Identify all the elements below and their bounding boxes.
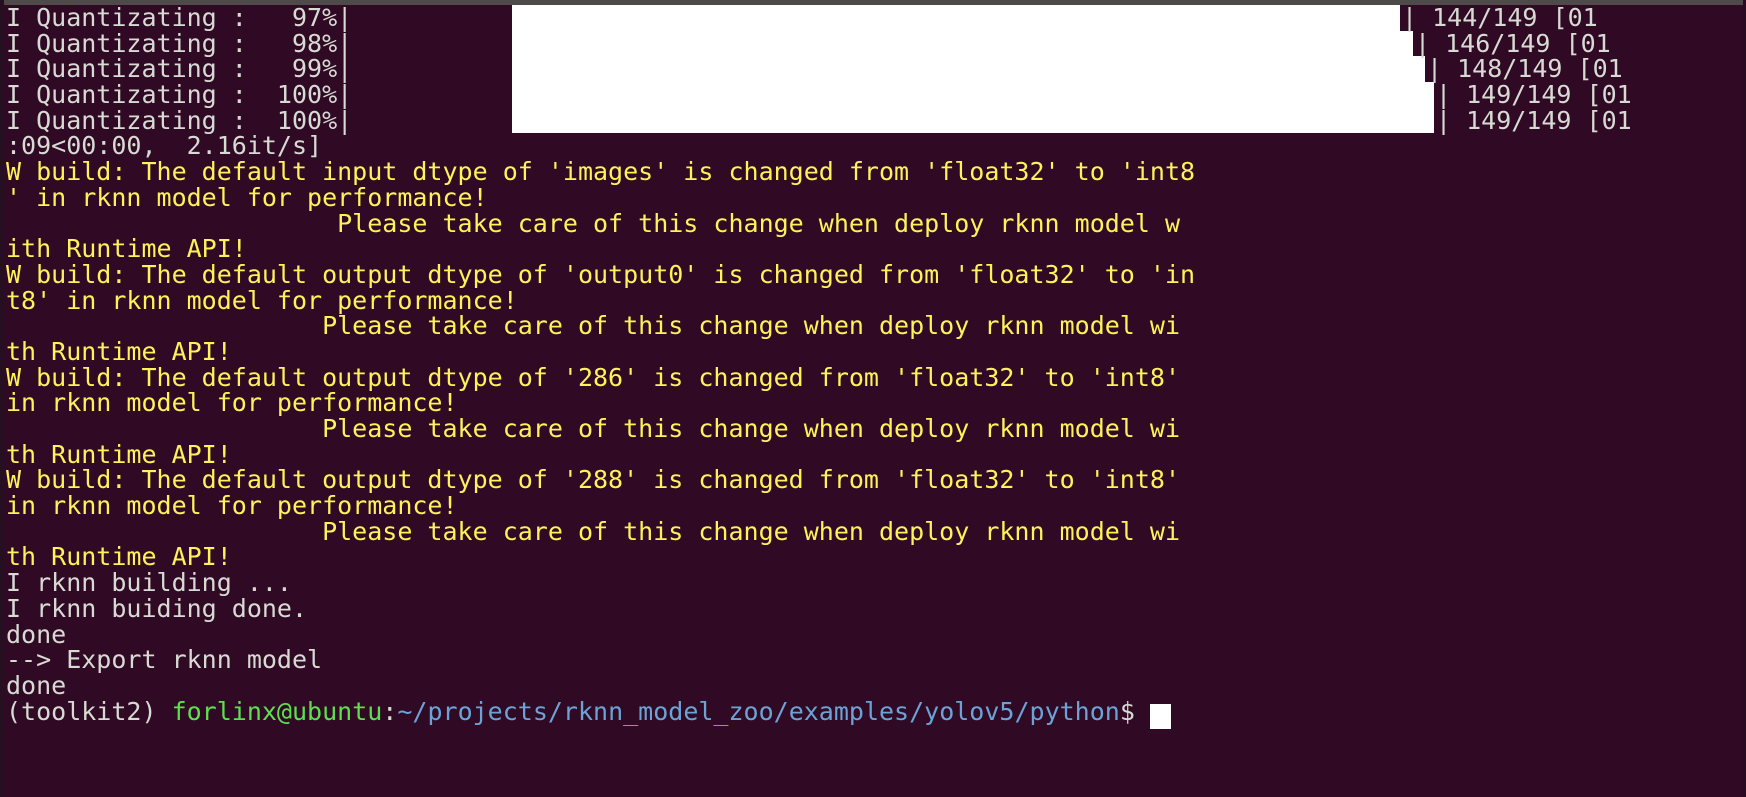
log-text: --> Export rknn model: [6, 645, 323, 675]
warning-text: W build: The default output dtype of 'ou…: [6, 259, 1196, 289]
terminal-line: W build: The default output dtype of 'ou…: [6, 262, 1746, 288]
prompt-venv: (toolkit2): [6, 696, 172, 726]
warning-text: in rknn model for performance!: [6, 491, 458, 521]
terminal-line: th Runtime API!: [6, 439, 1746, 469]
warning-text: W build: The default input dtype of 'ima…: [6, 157, 1196, 187]
terminal-line: t8' in rknn model for performance!: [6, 285, 1746, 315]
terminal-line: ' in rknn model for performance!: [6, 182, 1746, 212]
terminal-line: th Runtime API!: [6, 544, 1746, 570]
prompt-separator: :: [382, 696, 398, 726]
terminal-line: I Quantizating : 98%| | 146/149 [01: [6, 28, 1746, 58]
progress-label: I Quantizating : 98%|: [6, 28, 353, 58]
progress-count: | 148/149 [01: [1427, 54, 1623, 84]
terminal-line: (toolkit2) forlinx@ubuntu:~/projects/rkn…: [6, 696, 1746, 729]
terminal-line: Please take care of this change when dep…: [6, 313, 1746, 339]
warning-text: th Runtime API!: [6, 439, 232, 469]
window-left-edge: [0, 0, 4, 797]
log-text: done: [6, 619, 67, 649]
log-text: I rknn buiding done.: [6, 593, 308, 623]
progress-bar-fill: [512, 56, 1425, 83]
progress-label: I Quantizating : 99%|: [6, 54, 353, 84]
terminal-window[interactable]: I Quantizating : 97%| | 144/149 [01 I Quan…: [0, 0, 1746, 797]
terminal-line: done: [6, 619, 1746, 649]
terminal-line: in rknn model for performance!: [6, 390, 1746, 416]
warning-text: th Runtime API!: [6, 336, 232, 366]
log-text: :09<00:00, 2.16it/s]: [6, 131, 323, 161]
progress-count: | 144/149 [01: [1402, 3, 1598, 32]
warning-text: ' in rknn model for performance!: [6, 182, 488, 212]
warning-text: W build: The default output dtype of '28…: [6, 465, 1180, 495]
warning-text: Please take care of this change when dep…: [6, 208, 1180, 238]
terminal-line: done: [6, 673, 1746, 699]
progress-label: I Quantizating : 100%|: [6, 105, 353, 135]
progress-bar-fill: [512, 5, 1400, 31]
warning-text: ith Runtime API!: [6, 234, 247, 264]
warning-text: t8' in rknn model for performance!: [6, 285, 518, 315]
log-text: I rknn building ...: [6, 568, 292, 598]
progress-bar-fill: [512, 30, 1413, 57]
terminal-line: I Quantizating : 99%| | 148/149 [01: [6, 54, 1746, 84]
terminal-line: W build: The default output dtype of '28…: [6, 467, 1746, 493]
warning-text: Please take care of this change when dep…: [6, 311, 1180, 341]
terminal-line: I Quantizating : 97%| | 144/149 [01: [6, 5, 1746, 31]
terminal-screen[interactable]: I Quantizating : 97%| | 144/149 [01 I Quan…: [6, 5, 1746, 797]
progress-count: | 149/149 [01: [1436, 80, 1632, 110]
warning-text: Please take care of this change when dep…: [6, 414, 1180, 443]
progress-label: I Quantizating : 100%|: [6, 80, 353, 110]
window-top-edge: [0, 0, 1746, 5]
block-cursor[interactable]: [1149, 703, 1171, 729]
warning-text: in rknn model for performance!: [6, 388, 458, 418]
warning-text: Please take care of this change when dep…: [6, 516, 1180, 546]
terminal-line: Please take care of this change when dep…: [6, 516, 1746, 546]
warning-text: th Runtime API!: [6, 542, 232, 572]
terminal-line: I rknn buiding done.: [6, 593, 1746, 623]
terminal-line: I Quantizating : 100%| | 149/149 [01: [6, 82, 1746, 108]
progress-count: | 149/149 [01: [1436, 105, 1632, 135]
terminal-line: ith Runtime API!: [6, 236, 1746, 262]
terminal-line: I Quantizating : 100%| | 149/149 [01: [6, 105, 1746, 135]
progress-count: | 146/149 [01: [1415, 28, 1611, 58]
log-text: done: [6, 670, 67, 700]
terminal-line: I rknn building ...: [6, 570, 1746, 596]
terminal-line: in rknn model for performance!: [6, 493, 1746, 519]
terminal-line: Please take care of this change when dep…: [6, 208, 1746, 238]
terminal-line: th Runtime API!: [6, 339, 1746, 365]
terminal-line: W build: The default output dtype of '28…: [6, 362, 1746, 392]
terminal-line: :09<00:00, 2.16it/s]: [6, 133, 1746, 159]
terminal-line: W build: The default input dtype of 'ima…: [6, 159, 1746, 185]
progress-bar-fill: [512, 107, 1434, 134]
prompt-symbol: $: [1119, 696, 1135, 726]
terminal-line: Please take care of this change when dep…: [6, 416, 1746, 442]
progress-label: I Quantizating : 97%|: [6, 3, 353, 32]
prompt-path: ~/projects/rknn_model_zoo/examples/yolov…: [397, 696, 1120, 726]
progress-bar-fill: [512, 82, 1434, 108]
terminal-line: --> Export rknn model: [6, 647, 1746, 673]
prompt-user-host: forlinx@ubuntu: [171, 696, 383, 726]
warning-text: W build: The default output dtype of '28…: [6, 362, 1180, 392]
